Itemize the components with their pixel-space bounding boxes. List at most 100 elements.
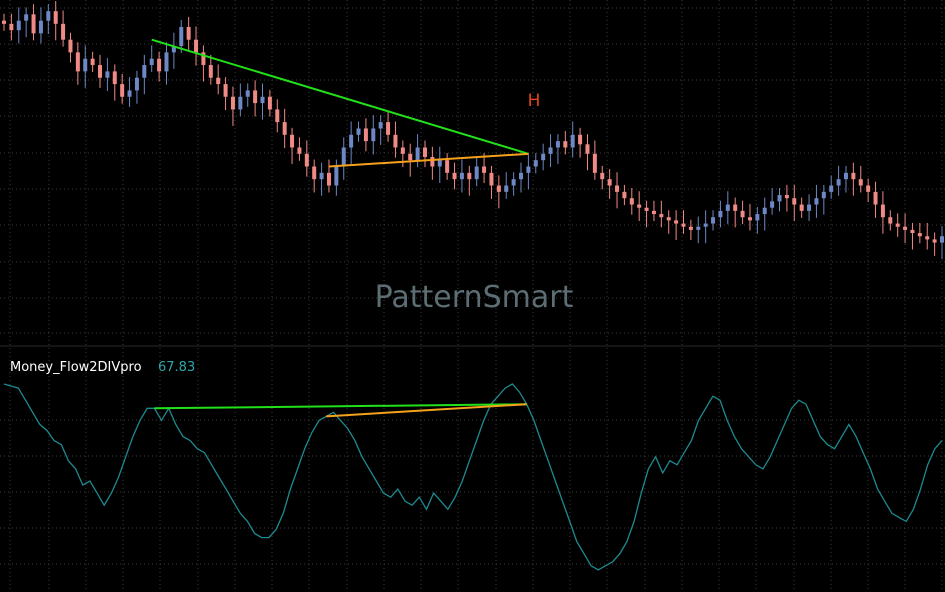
candle-body bbox=[718, 210, 723, 218]
candle-body bbox=[666, 217, 671, 221]
candle-body bbox=[38, 20, 43, 34]
candle-body bbox=[149, 58, 154, 66]
candle-body bbox=[489, 172, 494, 186]
candle-body bbox=[585, 144, 590, 154]
candle-body bbox=[880, 204, 885, 218]
candle-body bbox=[777, 195, 782, 202]
candle-body bbox=[90, 58, 95, 66]
candle-body bbox=[836, 179, 841, 186]
candle-body bbox=[68, 39, 73, 53]
candle-body bbox=[733, 204, 738, 211]
candle-body bbox=[496, 185, 501, 192]
candle-body bbox=[445, 160, 450, 173]
candle-body bbox=[607, 179, 612, 186]
candle-body bbox=[888, 217, 893, 224]
divergence-line-green bbox=[151, 38, 529, 155]
candle-body bbox=[275, 109, 280, 123]
candle-body bbox=[105, 71, 110, 78]
candle-body bbox=[378, 122, 383, 129]
candle-body bbox=[917, 233, 922, 237]
candle-body bbox=[474, 166, 479, 180]
candle-body bbox=[940, 236, 944, 243]
candle-body bbox=[770, 201, 775, 208]
candle-body bbox=[120, 84, 125, 97]
candle-body bbox=[807, 204, 812, 211]
candle-body bbox=[910, 229, 915, 234]
indicator-name: Money_Flow2DIVpro bbox=[10, 360, 142, 375]
candle-body bbox=[46, 11, 51, 21]
candle-body bbox=[784, 195, 789, 199]
candle-body bbox=[223, 84, 228, 97]
candle-body bbox=[755, 214, 760, 221]
candle-body bbox=[75, 52, 80, 72]
candle-body bbox=[814, 198, 819, 205]
candle-body bbox=[297, 147, 302, 154]
candle-body bbox=[437, 160, 442, 167]
candle-body bbox=[644, 207, 649, 211]
candle-body bbox=[511, 179, 516, 186]
candle-body bbox=[253, 90, 258, 104]
candle-body bbox=[467, 172, 472, 180]
candle-body bbox=[526, 166, 531, 173]
candle-body bbox=[504, 185, 509, 192]
candle-body bbox=[16, 20, 21, 31]
candle-body bbox=[792, 198, 797, 205]
candle-body bbox=[400, 147, 405, 154]
indicator-value: 67.83 bbox=[158, 360, 195, 375]
candle-body bbox=[858, 179, 863, 186]
candle-body bbox=[895, 223, 900, 227]
candle-body bbox=[615, 185, 620, 192]
watermark: PatternSmart bbox=[375, 280, 574, 315]
candle-body bbox=[304, 153, 309, 167]
candle-body bbox=[24, 14, 29, 21]
candle-body bbox=[422, 147, 427, 157]
chart-canvas[interactable]: PatternSmart H Money_Flow2DIVpro 67.83 bbox=[0, 0, 945, 592]
candle-body bbox=[260, 96, 265, 104]
candle-body bbox=[600, 172, 605, 180]
candle-body bbox=[578, 134, 583, 145]
candle-body bbox=[245, 90, 250, 97]
candle-body bbox=[637, 204, 642, 208]
indicator-panel bbox=[3, 383, 943, 571]
pattern-label-h: H bbox=[528, 91, 541, 111]
price-candles bbox=[2, 1, 944, 260]
candle-body bbox=[563, 141, 568, 148]
candle-body bbox=[651, 210, 656, 215]
candle-body bbox=[238, 96, 243, 110]
candle-body bbox=[127, 90, 132, 97]
candle-body bbox=[31, 14, 36, 34]
candle-body bbox=[415, 147, 420, 161]
candle-body bbox=[711, 217, 716, 224]
candle-body bbox=[267, 96, 272, 110]
candle-body bbox=[98, 65, 103, 78]
candle-body bbox=[703, 223, 708, 227]
divergence-line-orange bbox=[328, 152, 529, 168]
candle-body bbox=[533, 160, 538, 167]
candle-body bbox=[866, 185, 871, 192]
candle-body bbox=[696, 226, 701, 230]
candle-body bbox=[194, 39, 199, 53]
candle-body bbox=[851, 172, 856, 180]
candle-body bbox=[762, 207, 767, 215]
candle-body bbox=[541, 153, 546, 161]
candle-body bbox=[61, 23, 66, 40]
candle-body bbox=[179, 27, 184, 47]
candle-body bbox=[363, 128, 368, 142]
candle-body bbox=[157, 58, 162, 72]
candle-body bbox=[799, 204, 804, 211]
candle-body bbox=[134, 77, 139, 91]
indicator-divergence-lines bbox=[154, 403, 527, 418]
candle-body bbox=[519, 172, 524, 180]
candle-body bbox=[592, 153, 597, 173]
candle-body bbox=[570, 134, 575, 148]
candle-body bbox=[112, 71, 117, 85]
candle-body bbox=[843, 172, 848, 180]
candle-body bbox=[393, 134, 398, 148]
candle-body bbox=[674, 220, 679, 224]
candle-body bbox=[873, 191, 878, 205]
candle-body bbox=[142, 65, 147, 78]
candle-body bbox=[659, 214, 664, 218]
candle-body bbox=[459, 172, 464, 180]
candle-body bbox=[334, 166, 339, 186]
candle-body bbox=[326, 172, 331, 186]
